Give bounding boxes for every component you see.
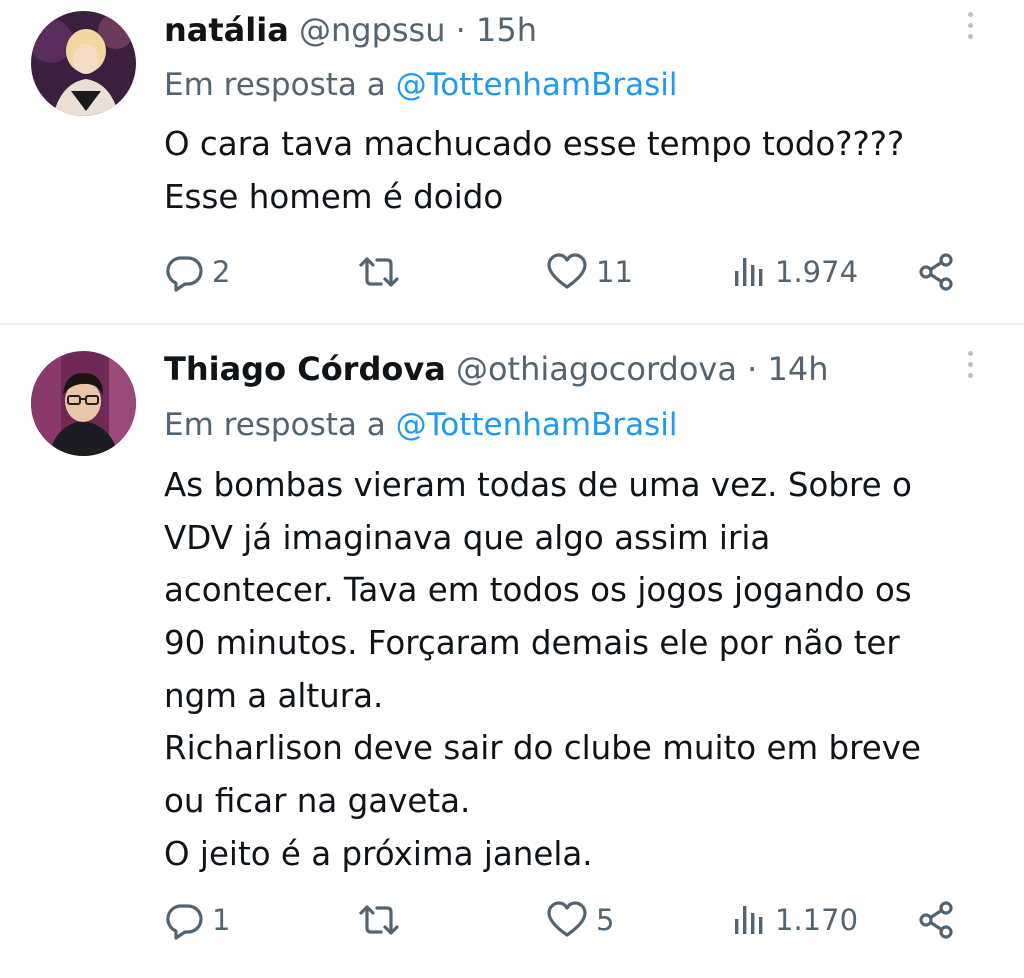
like-count: 5	[596, 903, 615, 937]
retweet-icon	[359, 257, 399, 287]
like-button[interactable]: 5	[546, 895, 614, 945]
tweet-header: natália @ngpssu · 15h	[164, 10, 537, 50]
tweet-text: As bombas vieram todas de uma vez. Sobre…	[164, 459, 921, 881]
action-bar: 2 11 1.974	[0, 247, 1024, 297]
tweet-text-line: O jeito é a próxima janela.	[164, 834, 593, 873]
tweet[interactable]: Thiago Córdova @othiagocordova · 14h Em …	[0, 325, 1024, 978]
tweet-text-line: Esse homem é doido	[164, 177, 504, 216]
reply-button[interactable]: 2	[164, 247, 230, 297]
views-icon	[735, 906, 763, 934]
views-count: 1.974	[775, 255, 859, 289]
avatar[interactable]	[31, 11, 136, 116]
retweet-button[interactable]	[357, 895, 409, 945]
views-button[interactable]: 1.974	[733, 247, 858, 297]
reply-count: 2	[212, 255, 231, 289]
tweet-text-line: O cara tava machucado esse tempo todo???…	[164, 125, 905, 163]
tweet-header: Thiago Córdova @othiagocordova · 14h	[164, 349, 828, 389]
tweet[interactable]: natália @ngpssu · 15h Em resposta a @Tot…	[0, 0, 1024, 324]
tweet-text-line: VDV já imaginava que algo assim iria	[164, 518, 771, 557]
author-name[interactable]: Thiago Córdova	[164, 350, 446, 388]
reply-context: Em resposta a @TottenhamBrasil	[164, 405, 678, 445]
like-icon	[547, 901, 587, 937]
tweet-time[interactable]: 15h	[476, 11, 537, 49]
tweet-text-line: ngm a altura.	[164, 676, 384, 715]
reply-context: Em resposta a @TottenhamBrasil	[164, 65, 678, 105]
reply-button[interactable]: 1	[164, 895, 230, 945]
author-name[interactable]: natália	[164, 11, 289, 49]
share-icon	[919, 253, 953, 291]
reply-count: 1	[212, 903, 231, 937]
views-icon	[735, 258, 763, 286]
tweet-time[interactable]: 14h	[767, 350, 828, 388]
reply-mention[interactable]: @TottenhamBrasil	[396, 407, 678, 443]
author-handle[interactable]: @ngpssu	[299, 11, 446, 49]
share-button[interactable]	[917, 895, 957, 945]
views-count: 1.170	[775, 903, 859, 937]
more-icon[interactable]	[960, 351, 980, 395]
tweet-text-line: Richarlison deve sair do clube muito em …	[164, 729, 921, 768]
reply-mention[interactable]: @TottenhamBrasil	[396, 67, 678, 103]
retweet-button[interactable]	[357, 247, 409, 297]
reply-icon	[166, 256, 203, 292]
avatar[interactable]	[31, 351, 136, 456]
views-button[interactable]: 1.170	[733, 895, 858, 945]
tweet-text: O cara tava machucado esse tempo todo???…	[164, 118, 904, 223]
like-icon	[547, 253, 587, 289]
reply-icon	[166, 904, 203, 940]
tweet-text-line: As bombas vieram todas de uma vez. Sobre…	[164, 466, 912, 504]
reply-prefix: Em resposta a	[164, 407, 386, 443]
action-bar: 1 5 1.170	[0, 895, 1024, 945]
separator: ·	[747, 350, 758, 388]
tweet-text-line: acontecer. Tava em todos os jogos jogand…	[164, 571, 912, 610]
like-button[interactable]: 11	[546, 247, 633, 297]
like-count: 11	[596, 255, 633, 289]
separator: ·	[455, 11, 466, 49]
more-icon[interactable]	[960, 12, 980, 56]
share-icon	[919, 901, 953, 939]
tweet-text-line: 90 minutos. Forçaram demais ele por não …	[164, 624, 900, 663]
tweet-text-line: ou ficar na gaveta.	[164, 782, 471, 821]
reply-prefix: Em resposta a	[164, 67, 386, 103]
author-handle[interactable]: @othiagocordova	[456, 350, 737, 388]
share-button[interactable]	[917, 247, 957, 297]
retweet-icon	[359, 905, 399, 935]
